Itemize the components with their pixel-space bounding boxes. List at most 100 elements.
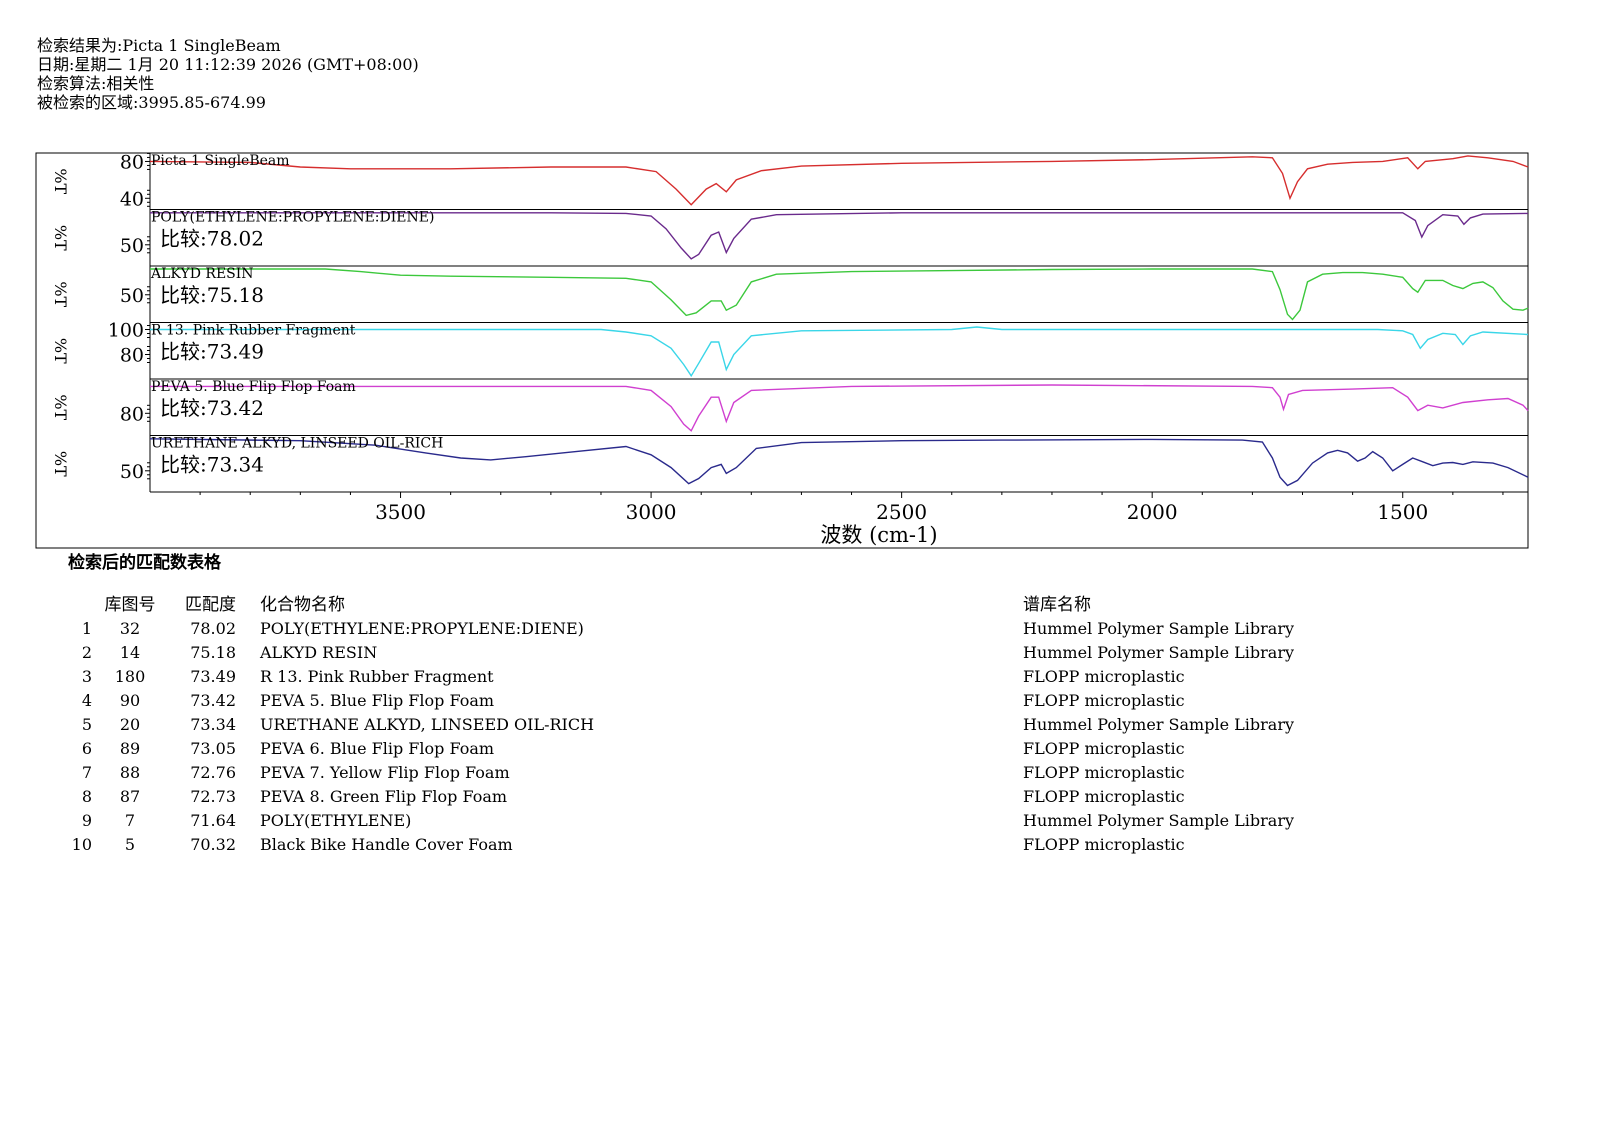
y-tick-label: 100 (108, 320, 144, 342)
table-row: 10 5 70.32 Black Bike Handle Cover Foam FLOP… (70, 833, 1185, 857)
lib-number: 14 (119, 643, 141, 662)
compound-name: Black Bike Handle Cover Foam (260, 835, 513, 854)
y-axis-label: %T (51, 394, 70, 420)
match-score: 72.76 (190, 763, 236, 782)
compound-name: R 13. Pink Rubber Fragment (260, 667, 494, 686)
row-index: 6 (81, 739, 92, 758)
y-axis-label: %T (51, 338, 70, 364)
lib-number: 20 (119, 715, 141, 734)
y-axis-label: %T (51, 281, 70, 307)
row-index: 2 (81, 643, 92, 662)
x-tick-label: 2500 (876, 500, 927, 524)
library-name: Hummel Polymer Sample Library (1023, 715, 1294, 734)
row-index: 5 (81, 715, 92, 734)
lib-number: 7 (124, 811, 136, 830)
row-index: 7 (81, 763, 92, 782)
library-name: Hummel Polymer Sample Library (1023, 643, 1294, 662)
table-body: 1 32 78.02 POLY(ETHYLENE:PROPYLENE:DIENE) Hu… (70, 617, 1294, 857)
match-score-label: 比较:75.18 (160, 283, 264, 307)
y-tick-label: 50 (120, 285, 144, 307)
row-index: 8 (81, 787, 92, 806)
match-score: 73.34 (190, 715, 236, 734)
match-score: 78.02 (190, 619, 236, 638)
row-index: 9 (81, 811, 92, 830)
table-header-row: 库图号 匹配度 化合物名称 谱库名称 (70, 593, 1092, 617)
x-tick-label: 3000 (626, 500, 677, 524)
lib-number: 5 (124, 835, 136, 854)
match-score-label: 比较:73.34 (160, 453, 264, 477)
match-table: 库图号 匹配度 化合物名称 谱库名称 1 32 78.02 POLY(ETHYLENE… (70, 593, 1294, 857)
y-tick-label: 80 (120, 403, 144, 425)
lib-number: 180 (114, 667, 146, 686)
table-row: 7 88 72.76 PEVA 7. Yellow Flip Flop Foam FLO… (70, 761, 1185, 785)
match-score-label: 比较:73.42 (160, 396, 264, 420)
y-axis-label: %T (51, 451, 70, 477)
x-tick-label: 1500 (1377, 500, 1428, 524)
match-score: 73.49 (190, 667, 236, 686)
series-name-label: Picta 1 SingleBeam (151, 153, 290, 169)
library-name: FLOPP microplastic (1023, 691, 1185, 710)
row-index: 3 (81, 667, 92, 686)
header-lib-number: 库图号 (104, 595, 156, 615)
library-name: FLOPP microplastic (1023, 787, 1185, 806)
compound-name: POLY(ETHYLENE) (260, 811, 412, 830)
match-score: 73.42 (190, 691, 236, 710)
y-tick-label: 80 (120, 345, 144, 367)
series-name-label: POLY(ETHYLENE:PROPYLENE:DIENE) (151, 210, 434, 226)
lib-number: 90 (119, 691, 141, 710)
lib-number: 89 (119, 739, 141, 758)
compound-name: PEVA 7. Yellow Flip Flop Foam (260, 763, 510, 782)
y-tick-label: 40 (120, 188, 144, 210)
x-tick-label: 3500 (375, 500, 426, 524)
match-score: 70.32 (190, 835, 236, 854)
lib-number: 88 (119, 763, 141, 782)
series-name-label: PEVA 5. Blue Flip Flop Foam (151, 379, 356, 395)
compound-name: PEVA 5. Blue Flip Flop Foam (260, 691, 495, 710)
lib-number: 87 (119, 787, 141, 806)
table-row: 9 7 71.64 POLY(ETHYLENE) Hummel Polymer Samp… (70, 809, 1294, 833)
library-name: FLOPP microplastic (1023, 835, 1185, 854)
spectrum-line (150, 268, 1529, 321)
match-table-title: 检索后的匹配数表格 (68, 553, 221, 573)
library-name: FLOPP microplastic (1023, 667, 1185, 686)
compound-name: PEVA 8. Green Flip Flop Foam (260, 787, 508, 806)
y-tick-label: 50 (120, 461, 144, 483)
x-axis-label: 波数 (cm-1) (820, 523, 937, 547)
table-row: 3 180 73.49 R 13. Pink Rubber Fragment FLOPP… (70, 665, 1185, 689)
y-tick-label: 80 (120, 151, 144, 173)
y-tick-label: 50 (120, 235, 144, 257)
spectra-chart: %T 80 40 Picta 1 SingleBeam %T 50 POLY(ETHYLEN… (35, 151, 1529, 549)
match-score: 73.05 (190, 739, 236, 758)
row-index: 1 (81, 619, 92, 638)
table-row: 1 32 78.02 POLY(ETHYLENE:PROPYLENE:DIENE) Hu… (70, 617, 1294, 641)
y-axis-label: %T (51, 168, 70, 194)
header-match-score: 匹配度 (185, 595, 236, 615)
table-row: 4 90 73.42 PEVA 5. Blue Flip Flop Foam FLOPP… (70, 689, 1185, 713)
table-row: 6 89 73.05 PEVA 6. Blue Flip Flop Foam FLOPP… (70, 737, 1185, 761)
compound-name: URETHANE ALKYD, LINSEED OIL-RICH (260, 715, 595, 734)
match-score: 75.18 (190, 643, 236, 662)
match-score-label: 比较:73.49 (160, 340, 264, 364)
row-index: 10 (71, 835, 92, 854)
table-row: 2 14 75.18 ALKYD RESIN Hummel Polymer Sample… (70, 641, 1294, 665)
library-name: Hummel Polymer Sample Library (1023, 811, 1294, 830)
compound-name: ALKYD RESIN (260, 643, 378, 662)
lib-number: 32 (119, 619, 141, 638)
series-name-label: ALKYD RESIN (150, 266, 254, 282)
library-name: Hummel Polymer Sample Library (1023, 619, 1294, 638)
match-score: 72.73 (190, 787, 236, 806)
spectrum-line (150, 384, 1529, 432)
series-name-label: URETHANE ALKYD, LINSEED OIL-RICH (151, 436, 443, 452)
header-compound-name: 化合物名称 (260, 595, 345, 615)
compound-name: PEVA 6. Blue Flip Flop Foam (260, 739, 495, 758)
table-row: 8 87 72.73 PEVA 8. Green Flip Flop Foam FLOP… (70, 785, 1185, 809)
library-name: FLOPP microplastic (1023, 763, 1185, 782)
spectrum-line (149, 155, 1529, 206)
spectrum-line (150, 326, 1529, 378)
compound-name: POLY(ETHYLENE:PROPYLENE:DIENE) (260, 619, 584, 638)
series-name-label: R 13. Pink Rubber Fragment (151, 323, 356, 339)
y-axis-label: %T (51, 225, 70, 251)
library-name: FLOPP microplastic (1023, 739, 1185, 758)
match-score-label: 比较:78.02 (160, 227, 264, 251)
match-score: 71.64 (190, 811, 236, 830)
